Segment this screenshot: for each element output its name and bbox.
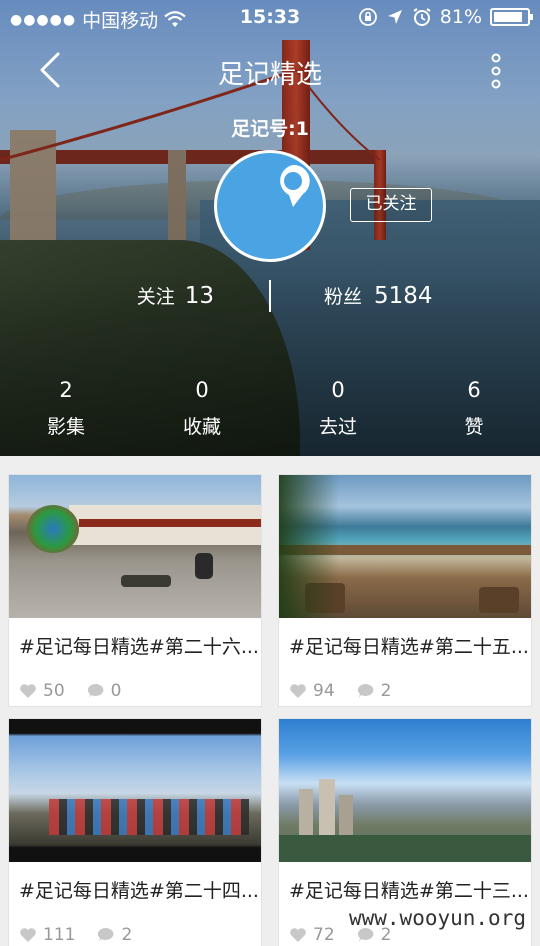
like-count: 72 — [313, 925, 335, 945]
comment-stat[interactable]: 0 — [87, 681, 122, 701]
stats-divider — [269, 280, 271, 312]
like-count: 50 — [43, 681, 65, 701]
album-card[interactable]: #足记每日精选#第二十四... 111 2 — [8, 718, 262, 946]
alarm-icon — [413, 8, 431, 26]
count-label: 赞 — [464, 416, 484, 438]
following-label: 关注 — [136, 286, 175, 308]
count-value: 0 — [195, 378, 209, 402]
like-count: 94 — [313, 681, 335, 701]
heart-icon — [20, 928, 36, 942]
comment-bubble-icon — [98, 927, 114, 942]
battery-percent: 81% — [439, 6, 482, 28]
count-value: 6 — [467, 378, 481, 402]
comment-count: 2 — [121, 925, 133, 945]
avatar[interactable] — [214, 150, 326, 262]
like-stat[interactable]: 111 — [19, 925, 75, 945]
comment-stat[interactable]: 2 — [357, 681, 392, 701]
count-value: 0 — [331, 378, 345, 402]
heart-icon — [290, 928, 306, 942]
comment-stat[interactable]: 2 — [97, 925, 132, 945]
comment-count: 0 — [110, 681, 122, 701]
like-count: 111 — [43, 925, 76, 945]
location-pin-icon — [280, 164, 310, 207]
fans-count: 5184 — [374, 283, 433, 309]
comment-bubble-icon — [357, 683, 374, 698]
count-albums[interactable]: 2 影集 — [16, 378, 116, 439]
album-card[interactable]: #足记每日精选#第二十六... 50 0 — [8, 474, 262, 707]
vertical-dots-icon — [491, 53, 501, 89]
album-thumbnail — [9, 475, 261, 618]
album-thumbnail — [9, 719, 261, 862]
album-meta: 94 2 — [279, 662, 531, 706]
count-label: 影集 — [46, 416, 85, 438]
like-stat[interactable]: 72 — [289, 925, 335, 945]
album-title: #足记每日精选#第二十三... — [289, 880, 529, 902]
like-stat[interactable]: 94 — [289, 681, 335, 701]
album-card[interactable]: #足记每日精选#第二十五... 94 2 — [278, 474, 532, 707]
count-likes[interactable]: 6 赞 — [424, 378, 524, 439]
status-bar: ●●●●● 中国移动 15:33 81% — [0, 0, 540, 36]
comment-bubble-icon — [87, 683, 104, 698]
follow-stats: 关注 13 粉丝 5184 — [0, 280, 540, 312]
fans-label: 粉丝 — [324, 286, 363, 308]
count-visited[interactable]: 0 去过 — [288, 378, 388, 439]
heart-icon — [290, 684, 306, 698]
album-title: #足记每日精选#第二十五... — [289, 636, 529, 658]
album-thumbnail — [279, 475, 531, 618]
count-label: 去过 — [318, 416, 357, 438]
page-title: 足记精选 — [217, 60, 322, 90]
count-value: 2 — [59, 378, 73, 402]
follow-status-button[interactable]: 已关注 — [350, 188, 432, 222]
profile-counts: 2 影集 0 收藏 0 去过 6 赞 — [0, 378, 540, 448]
comment-count: 2 — [380, 681, 392, 701]
album-thumbnail — [279, 719, 531, 862]
like-stat[interactable]: 50 — [19, 681, 65, 701]
count-label: 收藏 — [182, 416, 221, 438]
orientation-lock-icon — [358, 8, 377, 26]
album-meta: 111 2 — [9, 906, 261, 946]
more-button[interactable] — [486, 52, 506, 92]
album-title: #足记每日精选#第二十六... — [19, 636, 259, 658]
following-count: 13 — [184, 283, 214, 309]
album-title: #足记每日精选#第二十四... — [19, 880, 259, 902]
following-stat[interactable]: 关注 13 — [137, 282, 214, 309]
fans-stat[interactable]: 粉丝 5184 — [324, 282, 433, 309]
watermark: www.wooyun.org — [348, 906, 526, 930]
location-arrow-icon — [387, 10, 402, 24]
album-grid: #足记每日精选#第二十六... 50 0 #足记每日精选#第二十五... 94 — [0, 456, 540, 946]
count-favorites[interactable]: 0 收藏 — [152, 378, 252, 439]
album-meta: 50 0 — [9, 662, 261, 706]
profile-id: 足记号:1 — [231, 118, 309, 140]
heart-icon — [20, 684, 36, 698]
battery-icon — [490, 8, 533, 26]
